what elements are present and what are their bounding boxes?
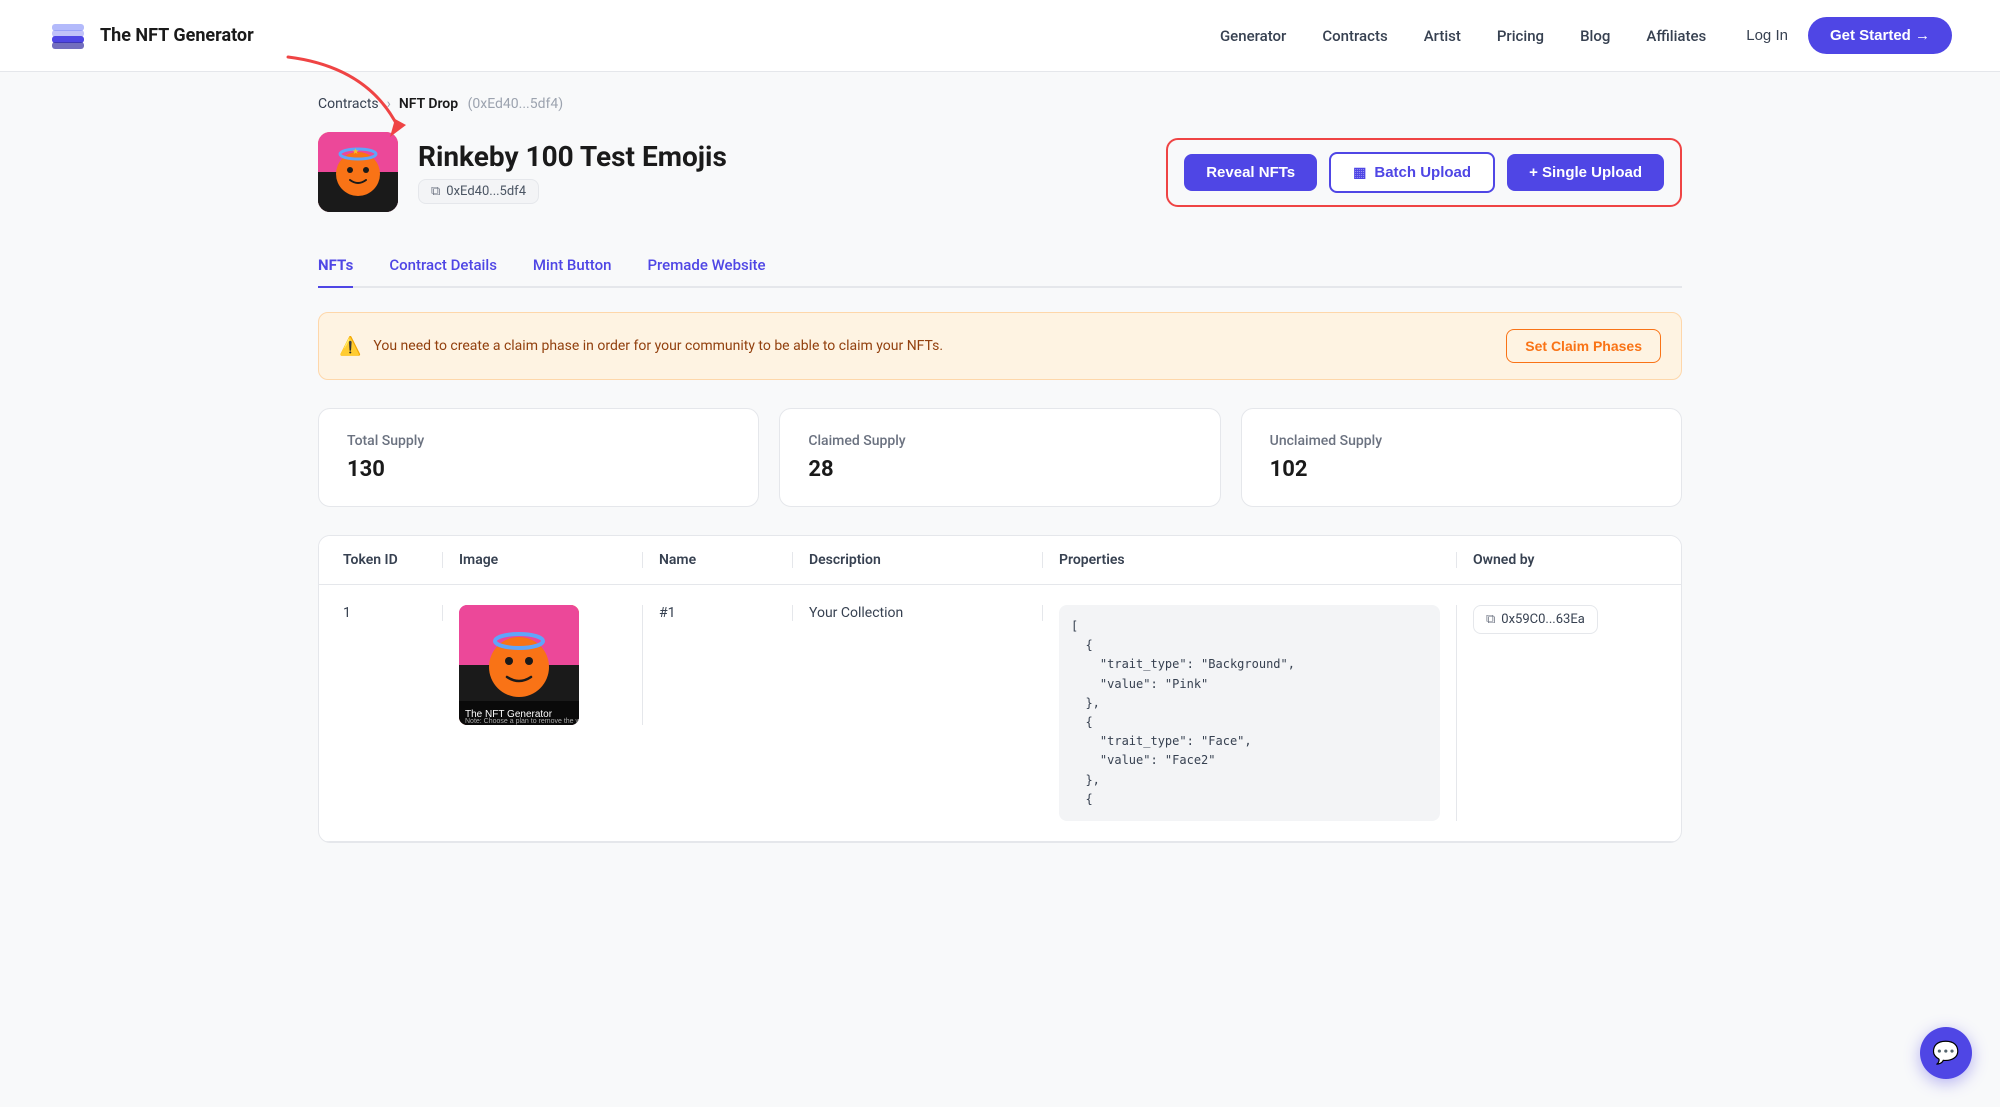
breadcrumb-current: NFT Drop (0xEd40...5df4) xyxy=(399,96,563,112)
stats-row: Total Supply 130 Claimed Supply 28 Uncla… xyxy=(318,408,1682,507)
nav-link-blog[interactable]: Blog xyxy=(1580,27,1610,45)
th-owned-by: Owned by xyxy=(1457,552,1657,568)
claimed-supply-value: 28 xyxy=(808,457,1191,482)
tab-contract-details[interactable]: Contract Details xyxy=(389,244,497,288)
unclaimed-supply-value: 102 xyxy=(1270,457,1653,482)
th-description: Description xyxy=(793,552,1043,568)
table-header: Token ID Image Name Description Properti… xyxy=(319,536,1681,585)
th-name: Name xyxy=(643,552,793,568)
navbar: The NFT Generator Generator Contracts Ar… xyxy=(0,0,2000,72)
alert-icon: ⚠️ xyxy=(339,336,361,357)
th-image: Image xyxy=(443,552,643,568)
nft-table: Token ID Image Name Description Properti… xyxy=(318,535,1682,843)
project-thumbnail: ★ xyxy=(318,132,398,212)
claimed-supply-label: Claimed Supply xyxy=(808,433,1191,449)
alert-text: You need to create a claim phase in orde… xyxy=(373,338,1494,354)
nav-link-artist[interactable]: Artist xyxy=(1424,27,1461,45)
breadcrumb-separator: › xyxy=(387,96,391,112)
batch-icon: ▦ xyxy=(1353,164,1366,181)
header-actions: Reveal NFTs ▦ Batch Upload + Single Uplo… xyxy=(1166,138,1682,207)
project-header: ★ Rinkeby 100 Test Emojis ⧉ 0xEd40...5df… xyxy=(318,132,1682,212)
nft-image: The NFT Generator Note: Choose a plan to… xyxy=(459,605,579,725)
td-token-id: 1 xyxy=(343,605,443,621)
thumbnail-emoji: ★ xyxy=(318,132,398,212)
nav-actions: Log In Get Started → xyxy=(1746,17,1952,54)
nav-links: Generator Contracts Artist Pricing Blog … xyxy=(1220,26,1706,45)
project-address-chip: ⧉ 0xEd40...5df4 xyxy=(418,179,539,204)
get-started-button[interactable]: Get Started → xyxy=(1808,17,1952,54)
td-image: The NFT Generator Note: Choose a plan to… xyxy=(443,605,643,725)
owner-address-chip: ⧉ 0x59C0...63Ea xyxy=(1473,605,1598,634)
properties-box: [ { "trait_type": "Background", "value":… xyxy=(1059,605,1440,821)
svg-text:Note: Choose a plan to remove: Note: Choose a plan to remove the waterm… xyxy=(465,718,579,725)
td-properties: [ { "trait_type": "Background", "value":… xyxy=(1043,605,1457,821)
nav-logo-text: The NFT Generator xyxy=(100,25,254,46)
login-button[interactable]: Log In xyxy=(1746,27,1788,44)
tab-mint-button[interactable]: Mint Button xyxy=(533,244,612,288)
tab-nfts[interactable]: NFTs xyxy=(318,244,353,288)
single-upload-button[interactable]: + Single Upload xyxy=(1507,154,1664,191)
logo-icon xyxy=(48,16,88,56)
main-content: Contracts › NFT Drop (0xEd40...5df4) xyxy=(270,72,1730,867)
total-supply-label: Total Supply xyxy=(347,433,730,449)
stat-card-unclaimed-supply: Unclaimed Supply 102 xyxy=(1241,408,1682,507)
chat-icon: 💬 xyxy=(1932,1041,1959,1066)
chat-button[interactable]: 💬 xyxy=(1920,1027,1972,1079)
tab-premade-website[interactable]: Premade Website xyxy=(647,244,765,288)
batch-upload-button[interactable]: ▦ Batch Upload xyxy=(1329,152,1495,193)
table-row: 1 The NFT Generator Note: Choose a plan … xyxy=(319,585,1681,842)
breadcrumb: Contracts › NFT Drop (0xEd40...5df4) xyxy=(318,96,1682,112)
copy-icon-2[interactable]: ⧉ xyxy=(1486,612,1495,627)
nav-link-affiliates[interactable]: Affiliates xyxy=(1646,27,1706,45)
set-claim-phases-button[interactable]: Set Claim Phases xyxy=(1506,329,1661,363)
nav-logo[interactable]: The NFT Generator xyxy=(48,16,254,56)
nav-link-contracts[interactable]: Contracts xyxy=(1322,27,1387,45)
th-token-id: Token ID xyxy=(343,552,443,568)
breadcrumb-contracts[interactable]: Contracts xyxy=(318,96,379,112)
copy-icon[interactable]: ⧉ xyxy=(431,184,440,199)
th-properties: Properties xyxy=(1043,552,1457,568)
tabs: NFTs Contract Details Mint Button Premad… xyxy=(318,244,1682,288)
svg-text:★: ★ xyxy=(352,147,359,156)
td-owned-by: ⧉ 0x59C0...63Ea xyxy=(1457,605,1657,634)
reveal-nfts-button[interactable]: Reveal NFTs xyxy=(1184,154,1317,191)
project-title: Rinkeby 100 Test Emojis xyxy=(418,140,1146,173)
td-name: #1 xyxy=(643,605,793,621)
alert-banner: ⚠️ You need to create a claim phase in o… xyxy=(318,312,1682,380)
unclaimed-supply-label: Unclaimed Supply xyxy=(1270,433,1653,449)
project-info: Rinkeby 100 Test Emojis ⧉ 0xEd40...5df4 xyxy=(418,140,1146,204)
stat-card-total-supply: Total Supply 130 xyxy=(318,408,759,507)
stat-card-claimed-supply: Claimed Supply 28 xyxy=(779,408,1220,507)
nav-link-generator[interactable]: Generator xyxy=(1220,27,1286,45)
nav-link-pricing[interactable]: Pricing xyxy=(1497,27,1544,45)
total-supply-value: 130 xyxy=(347,457,730,482)
td-description: Your Collection xyxy=(793,605,1043,621)
